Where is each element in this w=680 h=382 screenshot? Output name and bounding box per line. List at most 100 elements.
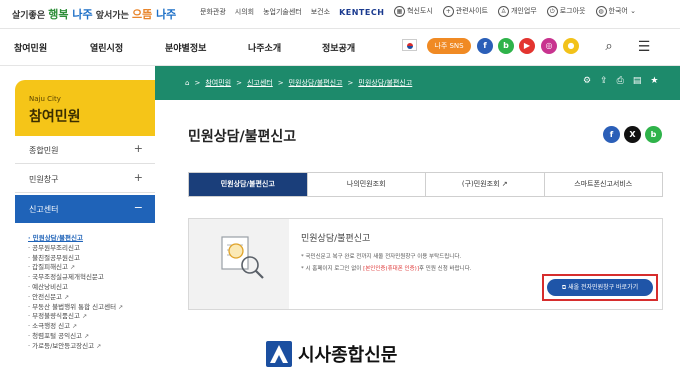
slogan-happy: 행복 (48, 8, 69, 21)
user-icon: ♙ (497, 6, 509, 17)
sidebar-subitem[interactable]: · 국무조정실규제개혁신문고 (28, 273, 153, 283)
link-innovation-city[interactable]: ▦ 혁신도시 (394, 6, 433, 17)
slogan-naju-2: 나주 (152, 8, 177, 21)
tab-old-complaints[interactable]: (구)민원조회 ↗ (426, 173, 545, 196)
chevron-down-icon: ⌄ (630, 7, 636, 15)
slogan-naju: 나주 (68, 8, 93, 21)
plus-icon: + (133, 171, 143, 184)
sidebar-subitem[interactable]: · 예산낭비신고 (28, 283, 153, 293)
breadcrumb-separator: > (347, 79, 354, 87)
tab-my-complaints[interactable]: 나의민원조회 (308, 173, 426, 196)
x-share-icon[interactable]: X (624, 126, 641, 143)
sidebar-subitem[interactable]: · 불친절공무원신고 (28, 254, 153, 264)
utility-bar: 살기좋은 행복 나주 앞서가는 으뜸 나주 문화관광 시의회 농업기술센터 보건… (0, 0, 680, 28)
link-culture-tourism[interactable]: 문화관광 (200, 7, 226, 17)
naju-sns-button[interactable]: 나주 SNS (427, 38, 471, 54)
page-title: 민원상담/불편신고 (188, 129, 297, 145)
blog-share-icon[interactable]: b (645, 126, 662, 143)
nav-item-participation[interactable]: 참여민원 (14, 41, 47, 54)
tab-smartphone-report[interactable]: 스마트폰신고서비스 (545, 173, 663, 196)
sidebar-subitem[interactable]: · 소극행정 신고 ↗ (28, 322, 153, 332)
hamburger-menu-icon[interactable]: ☰ (634, 37, 654, 57)
family-site-links: 문화관광 시의회 농업기술센터 보건소 KENTECH (200, 7, 384, 17)
newspaper-watermark: 시사종합신문 (266, 341, 397, 367)
kakao-icon[interactable]: ● (563, 38, 579, 54)
language-selector[interactable]: ◍ 한국어 ⌄ (595, 6, 636, 17)
notice-line-2: * 시 홈페이지 로그인 없이 [본인인증(휴대폰 인증)]후 민원 신청 바랍… (301, 266, 472, 272)
external-link-icon: ↗ (501, 180, 508, 188)
settings-icon[interactable]: ⚙ (583, 76, 591, 86)
nav-item-open-admin[interactable]: 열린시정 (90, 41, 123, 54)
panel-illustration (189, 219, 289, 309)
main-nav: 참여민원 열린시정 분야별정보 나주소개 정보공개 나주 SNS f b ▶ ◎… (0, 28, 680, 66)
breadcrumb-item[interactable]: 민원상담/불편신고 (358, 78, 412, 88)
page-tools: ⚙ ⇪ ⎙ ▤ ★ (583, 76, 658, 86)
nav-item-info-disclosure[interactable]: 정보공개 (322, 41, 355, 54)
info-panel: 민원상담/불편신고 * 국민신문고 복구 완료 전까지 새올 전자민원창구 이용… (188, 218, 663, 310)
sidebar-item-general-civil[interactable]: 종합민원 + (15, 136, 155, 164)
print-icon[interactable]: ⎙ (617, 76, 624, 86)
external-link-icon: ↗ (82, 313, 88, 321)
grid-icon: ▦ (394, 6, 405, 17)
globe-icon: ◍ (595, 6, 607, 17)
minus-icon: − (133, 201, 143, 214)
newspaper-logo-icon (266, 341, 292, 367)
link-agri-center[interactable]: 농업기술센터 (263, 7, 302, 17)
plus-icon: + (133, 142, 143, 155)
link-kentech[interactable]: KENTECH (339, 8, 384, 17)
sidebar-subitem[interactable]: · 갑질피해신고 ↗ (28, 263, 153, 273)
nav-item-field-info[interactable]: 분야별정보 (165, 41, 206, 54)
breadcrumb-item[interactable]: 민원상담/불편신고 (289, 78, 343, 88)
saeol-portal-button[interactable]: ⧉ 새올 전자민원창구 바로가기 (547, 279, 653, 296)
share-icon[interactable]: ⇪ (600, 76, 608, 86)
logout-icon: ⏻ (546, 6, 558, 17)
slogan-best: 으뜸 (131, 8, 153, 21)
sidebar-submenu: · 민원상담/불편신고 · 공무원부조리신고 · 불친절공무원신고 · 갑질피해신고 … (28, 234, 153, 352)
breadcrumb-separator: > (236, 79, 242, 87)
home-icon[interactable]: ⌂ (185, 79, 189, 87)
favorite-star-icon[interactable]: ★ (650, 76, 658, 86)
breadcrumb-item[interactable]: 참여민원 (205, 78, 231, 88)
related-sites-dropdown[interactable]: + 관련사이트 (442, 6, 488, 17)
external-link-icon: ↗ (96, 342, 102, 350)
korea-flag-icon (402, 39, 417, 51)
panel-heading: 민원상담/불편신고 (301, 234, 371, 244)
sidebar-subitem[interactable]: · 청렴포털 공익신고 ↗ (28, 332, 153, 342)
sidebar-subitem[interactable]: · 민원상담/불편신고 (28, 234, 153, 244)
slogan-text: 살기좋은 (12, 11, 49, 21)
plus-icon: + (442, 6, 454, 17)
link-personal-work[interactable]: ♙ 개인업무 (497, 6, 537, 17)
breadcrumb-separator: > (277, 79, 284, 87)
link-health-center[interactable]: 보건소 (311, 7, 330, 17)
external-link-icon: ↗ (64, 293, 70, 301)
sidebar-subitem[interactable]: · 가로등/보안등고장신고 ↗ (28, 342, 153, 352)
search-icon[interactable]: ⌕ (599, 37, 619, 57)
breadcrumb-separator: > (194, 79, 201, 87)
nav-item-about-naju[interactable]: 나주소개 (248, 41, 281, 54)
watermark-text: 시사종합신문 (298, 345, 398, 366)
breadcrumb-item[interactable]: 신고센터 (247, 78, 273, 88)
sidebar-subitem[interactable]: · 부정불량식품신고 ↗ (28, 312, 153, 322)
notice-line-1: * 국민신문고 복구 완료 전까지 새올 전자민원창구 이용 부탁드립니다. (301, 254, 462, 260)
bookmark-icon[interactable]: ▤ (633, 76, 642, 86)
sidebar-subitem[interactable]: · 안전신문고 ↗ (28, 293, 153, 303)
sidebar-subitem[interactable]: · 공무원부조리신고 (28, 244, 153, 254)
utility-right: ▦ 혁신도시 + 관련사이트 ♙ 개인업무 ⏻ 로그아웃 ◍ 한국어 ⌄ (394, 6, 636, 17)
blog-icon[interactable]: b (498, 38, 514, 54)
link-city-council[interactable]: 시의회 (235, 7, 254, 17)
sidebar-item-civil-window[interactable]: 민원창구 + (15, 165, 155, 193)
sidebar-item-report-center[interactable]: 신고센터 − (15, 195, 155, 223)
sidebar-city-label: Naju City (29, 95, 61, 103)
tab-complaint-report[interactable]: 민원상담/불편신고 (189, 173, 308, 196)
sidebar-title: 참여민원 (29, 109, 81, 125)
site-logo[interactable]: 살기좋은 행복 나주 앞서가는 으뜸 나주 (12, 6, 176, 22)
sidebar-subitem[interactable]: · 부동산 불법행위 통합 신고센터 ↗ (28, 303, 153, 313)
highlight-box: ⧉ 새올 전자민원창구 바로가기 (542, 274, 658, 301)
sidebar-header: Naju City 참여민원 (15, 80, 155, 136)
logout-link[interactable]: ⏻ 로그아웃 (546, 6, 586, 17)
facebook-share-icon[interactable]: f (603, 126, 620, 143)
facebook-icon[interactable]: f (477, 38, 493, 54)
youtube-icon[interactable]: ▶ (519, 38, 535, 54)
instagram-icon[interactable]: ◎ (541, 38, 557, 54)
breadcrumb: ⌂ > 참여민원 > 신고센터 > 민원상담/불편신고 > 민원상담/불편신고 (185, 78, 412, 88)
